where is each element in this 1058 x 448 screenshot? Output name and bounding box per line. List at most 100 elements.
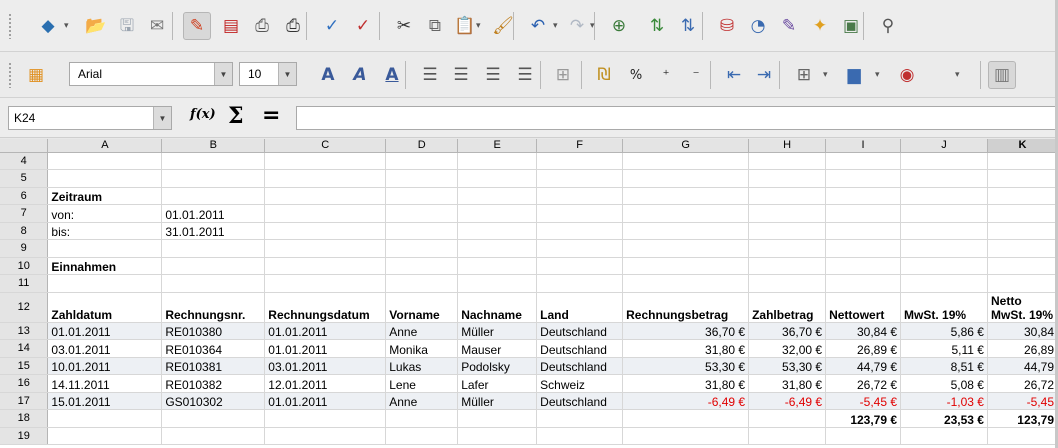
cell-d17[interactable]: Anne [385, 392, 459, 410]
cell-g18[interactable] [622, 409, 750, 428]
cell-b16[interactable]: RE010382 [161, 374, 266, 393]
cell-a11[interactable] [47, 274, 163, 293]
cell-f16[interactable]: Schweiz [536, 374, 624, 393]
cell-c8[interactable] [264, 222, 387, 240]
copy-icon[interactable]: ⧉ [421, 12, 449, 40]
cell-g6[interactable] [622, 187, 750, 205]
cell-b15[interactable]: RE010381 [161, 357, 266, 375]
print-preview-icon[interactable]: ⎙ [279, 12, 307, 40]
cell-j10[interactable] [900, 257, 988, 275]
chevron-down-icon[interactable]: ▾ [955, 70, 960, 80]
cut-icon[interactable]: ✂ [390, 12, 418, 40]
align-right-icon[interactable]: ☰ [479, 61, 507, 89]
chevron-down-icon[interactable]: ▾ [64, 21, 69, 31]
cell-d14[interactable]: Monika [385, 339, 459, 358]
cell-e6[interactable] [457, 187, 538, 205]
column-header-b[interactable]: B [161, 139, 266, 153]
cell-a5[interactable] [47, 169, 163, 188]
cell-d13[interactable]: Anne [385, 322, 459, 340]
cell-b8[interactable]: 31.01.2011 [161, 222, 266, 240]
cell-b11[interactable] [161, 274, 266, 293]
row-header[interactable]: 9 [0, 239, 49, 258]
cell-c12[interactable]: Rechnungsdatum [264, 292, 387, 323]
cell-a6[interactable]: Zeitraum [47, 187, 163, 205]
cell-f19[interactable] [536, 427, 624, 445]
cell-f8[interactable] [536, 222, 624, 240]
cell-g17[interactable]: -6,49 € [622, 392, 750, 410]
cell-g9[interactable] [622, 239, 750, 258]
cell-b18[interactable] [161, 409, 266, 428]
cell-d5[interactable] [385, 169, 459, 188]
cell-k11[interactable] [987, 274, 1058, 293]
cell-d8[interactable] [385, 222, 459, 240]
cell-h11[interactable] [748, 274, 827, 293]
cell-d9[interactable] [385, 239, 459, 258]
cell-g14[interactable]: 31,80 € [622, 339, 750, 358]
cell-e12[interactable]: Nachname [457, 292, 538, 323]
cell-j6[interactable] [900, 187, 988, 205]
cell-e14[interactable]: Mauser [457, 339, 538, 358]
align-left-icon[interactable]: ☰ [416, 61, 444, 89]
cell-f4[interactable] [536, 152, 624, 170]
row-header[interactable]: 11 [0, 274, 49, 293]
align-center-icon[interactable]: ☰ [447, 61, 475, 89]
cell-k8[interactable] [987, 222, 1058, 240]
cell-g19[interactable] [622, 427, 750, 445]
cell-j14[interactable]: 5,11 € [900, 339, 988, 358]
column-header-f[interactable]: F [536, 139, 624, 153]
cell-d10[interactable] [385, 257, 459, 275]
cell-i8[interactable] [825, 222, 902, 240]
cell-i4[interactable] [825, 152, 902, 170]
cell-f10[interactable] [536, 257, 624, 275]
spellcheck-icon[interactable]: ✓ [318, 12, 346, 40]
chevron-down-icon[interactable]: ▾ [553, 21, 558, 31]
column-header-j[interactable]: J [900, 139, 988, 153]
cell-k17[interactable]: -5,45 [987, 392, 1058, 410]
draw-functions-icon[interactable]: ✎ [775, 12, 803, 40]
formula-button[interactable]: = [262, 103, 280, 128]
column-header-a[interactable]: A [47, 139, 163, 153]
borders-icon[interactable]: ⊞ [790, 61, 818, 89]
cell-h18[interactable] [748, 409, 827, 428]
cell-g13[interactable]: 36,70 € [622, 322, 750, 340]
cell-j15[interactable]: 8,51 € [900, 357, 988, 375]
cell-h5[interactable] [748, 169, 827, 188]
row-header[interactable]: 17 [0, 392, 49, 410]
cell-d18[interactable] [385, 409, 459, 428]
chevron-down-icon[interactable]: ▼ [153, 107, 171, 129]
sort-descending-icon[interactable]: ⇅ [674, 12, 702, 40]
cell-d16[interactable]: Lene [385, 374, 459, 393]
cell-i6[interactable] [825, 187, 902, 205]
cell-b6[interactable] [161, 187, 266, 205]
cell-k12[interactable]: Netto MwSt. 19% [987, 292, 1058, 323]
cell-j12[interactable]: MwSt. 19% [900, 292, 988, 323]
cell-b9[interactable] [161, 239, 266, 258]
cell-h6[interactable] [748, 187, 827, 205]
justify-icon[interactable]: ☰ [511, 61, 539, 89]
column-header-e[interactable]: E [457, 139, 538, 153]
font-color-icon[interactable]: ◉ [893, 61, 921, 89]
cell-c9[interactable] [264, 239, 387, 258]
cell-i16[interactable]: 26,72 € [825, 374, 902, 393]
cell-a8[interactable]: bis: [47, 222, 163, 240]
cell-g4[interactable] [622, 152, 750, 170]
cell-f9[interactable] [536, 239, 624, 258]
cell-c5[interactable] [264, 169, 387, 188]
cell-e10[interactable] [457, 257, 538, 275]
cell-k9[interactable] [987, 239, 1058, 258]
cell-d11[interactable] [385, 274, 459, 293]
cell-j18[interactable]: 23,53 € [900, 409, 988, 428]
cell-d12[interactable]: Vorname [385, 292, 459, 323]
cell-f5[interactable] [536, 169, 624, 188]
cell-h17[interactable]: -6,49 € [748, 392, 827, 410]
cell-h13[interactable]: 36,70 € [748, 322, 827, 340]
cell-f17[interactable]: Deutschland [536, 392, 624, 410]
cell-g10[interactable] [622, 257, 750, 275]
cell-k4[interactable] [987, 152, 1058, 170]
cell-f7[interactable] [536, 204, 624, 223]
cell-i13[interactable]: 30,84 € [825, 322, 902, 340]
cell-a18[interactable] [47, 409, 163, 428]
cell-j8[interactable] [900, 222, 988, 240]
cell-h4[interactable] [748, 152, 827, 170]
cell-j16[interactable]: 5,08 € [900, 374, 988, 393]
